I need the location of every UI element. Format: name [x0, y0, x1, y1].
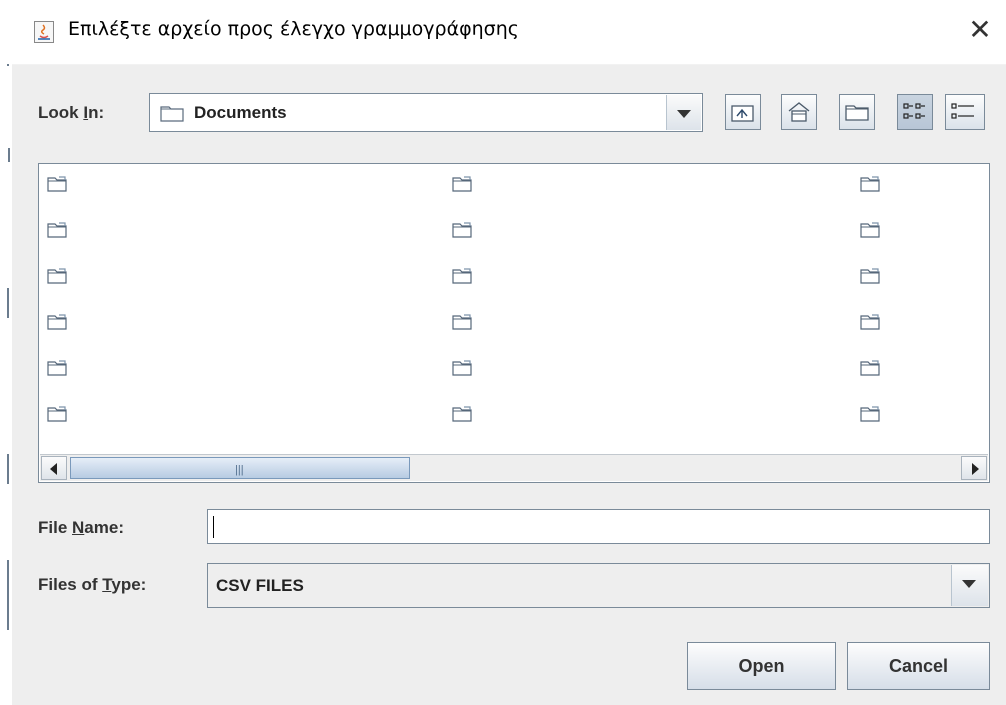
folder-icon[interactable] — [47, 176, 67, 192]
folder-icon[interactable] — [452, 314, 472, 330]
open-button[interactable]: Open — [687, 642, 836, 690]
look-in-label-text: Look — [38, 103, 84, 122]
folder-icon[interactable] — [47, 406, 67, 422]
files-of-type-label-text: Files of — [38, 575, 103, 594]
folder-icon[interactable] — [452, 268, 472, 284]
details-view-icon — [951, 103, 974, 119]
home-icon — [788, 102, 810, 122]
background-window-edge — [0, 0, 12, 705]
files-of-type-label-suffix: ype: — [111, 575, 147, 594]
file-name-label-suffix: ame: — [84, 518, 124, 537]
folder-icon[interactable] — [47, 268, 67, 284]
dialog-title: Επιλέξτε αρχείο προς έλεγχο γραμμογράφησ… — [68, 18, 519, 40]
chevron-down-icon[interactable] — [951, 565, 988, 606]
folder-icon[interactable] — [47, 360, 67, 376]
folder-icon[interactable] — [47, 222, 67, 238]
look-in-value: Documents — [194, 103, 287, 122]
new-folder-button[interactable] — [839, 94, 875, 130]
folder-icon[interactable] — [452, 406, 472, 422]
file-name-label-mnemonic: N — [72, 518, 85, 537]
folder-icon[interactable] — [47, 314, 67, 330]
horizontal-scrollbar[interactable]: ||| — [40, 454, 988, 481]
up-folder-icon — [731, 105, 754, 122]
java-app-icon — [34, 21, 54, 43]
files-of-type-label-mnemonic: T — [102, 575, 112, 594]
scrollbar-grip-icon: ||| — [235, 464, 244, 476]
folder-icon[interactable] — [452, 360, 472, 376]
files-of-type-label: Files of Type: — [38, 575, 146, 595]
folder-icon[interactable] — [860, 268, 880, 284]
title-bar[interactable]: Επιλέξτε αρχείο προς έλεγχο γραμμογράφησ… — [12, 0, 1006, 65]
cancel-button[interactable]: Cancel — [847, 642, 990, 690]
file-name-label-text: File — [38, 518, 73, 537]
folder-icon[interactable] — [860, 314, 880, 330]
folder-icon[interactable] — [860, 176, 880, 192]
file-list[interactable]: ||| — [38, 163, 990, 483]
folder-icon[interactable] — [452, 176, 472, 192]
text-caret — [213, 516, 214, 538]
scroll-left-button[interactable] — [41, 456, 67, 480]
up-one-level-button[interactable] — [725, 94, 761, 130]
folder-icon[interactable] — [860, 406, 880, 422]
list-view-button[interactable] — [897, 94, 933, 130]
folder-icon[interactable] — [860, 222, 880, 238]
chevron-down-icon[interactable] — [666, 95, 701, 130]
look-in-combo[interactable]: Documents — [149, 93, 703, 132]
look-in-label: Look In: — [38, 103, 104, 123]
files-of-type-combo[interactable]: CSV FILES — [207, 563, 990, 608]
scrollbar-thumb[interactable]: ||| — [70, 457, 410, 479]
files-of-type-value: CSV FILES — [216, 576, 304, 595]
home-button[interactable] — [781, 94, 817, 130]
new-folder-icon — [845, 105, 869, 121]
folder-icon[interactable] — [452, 222, 472, 238]
scroll-right-button[interactable] — [961, 456, 987, 480]
file-name-input[interactable] — [207, 509, 990, 544]
file-name-label: File Name: — [38, 518, 124, 538]
look-in-label-suffix: n: — [88, 103, 105, 122]
list-view-icon — [903, 103, 925, 119]
close-icon[interactable]: ✕ — [966, 16, 994, 44]
folder-icon — [160, 106, 184, 122]
folder-icon[interactable] — [860, 360, 880, 376]
details-view-button[interactable] — [945, 94, 985, 130]
